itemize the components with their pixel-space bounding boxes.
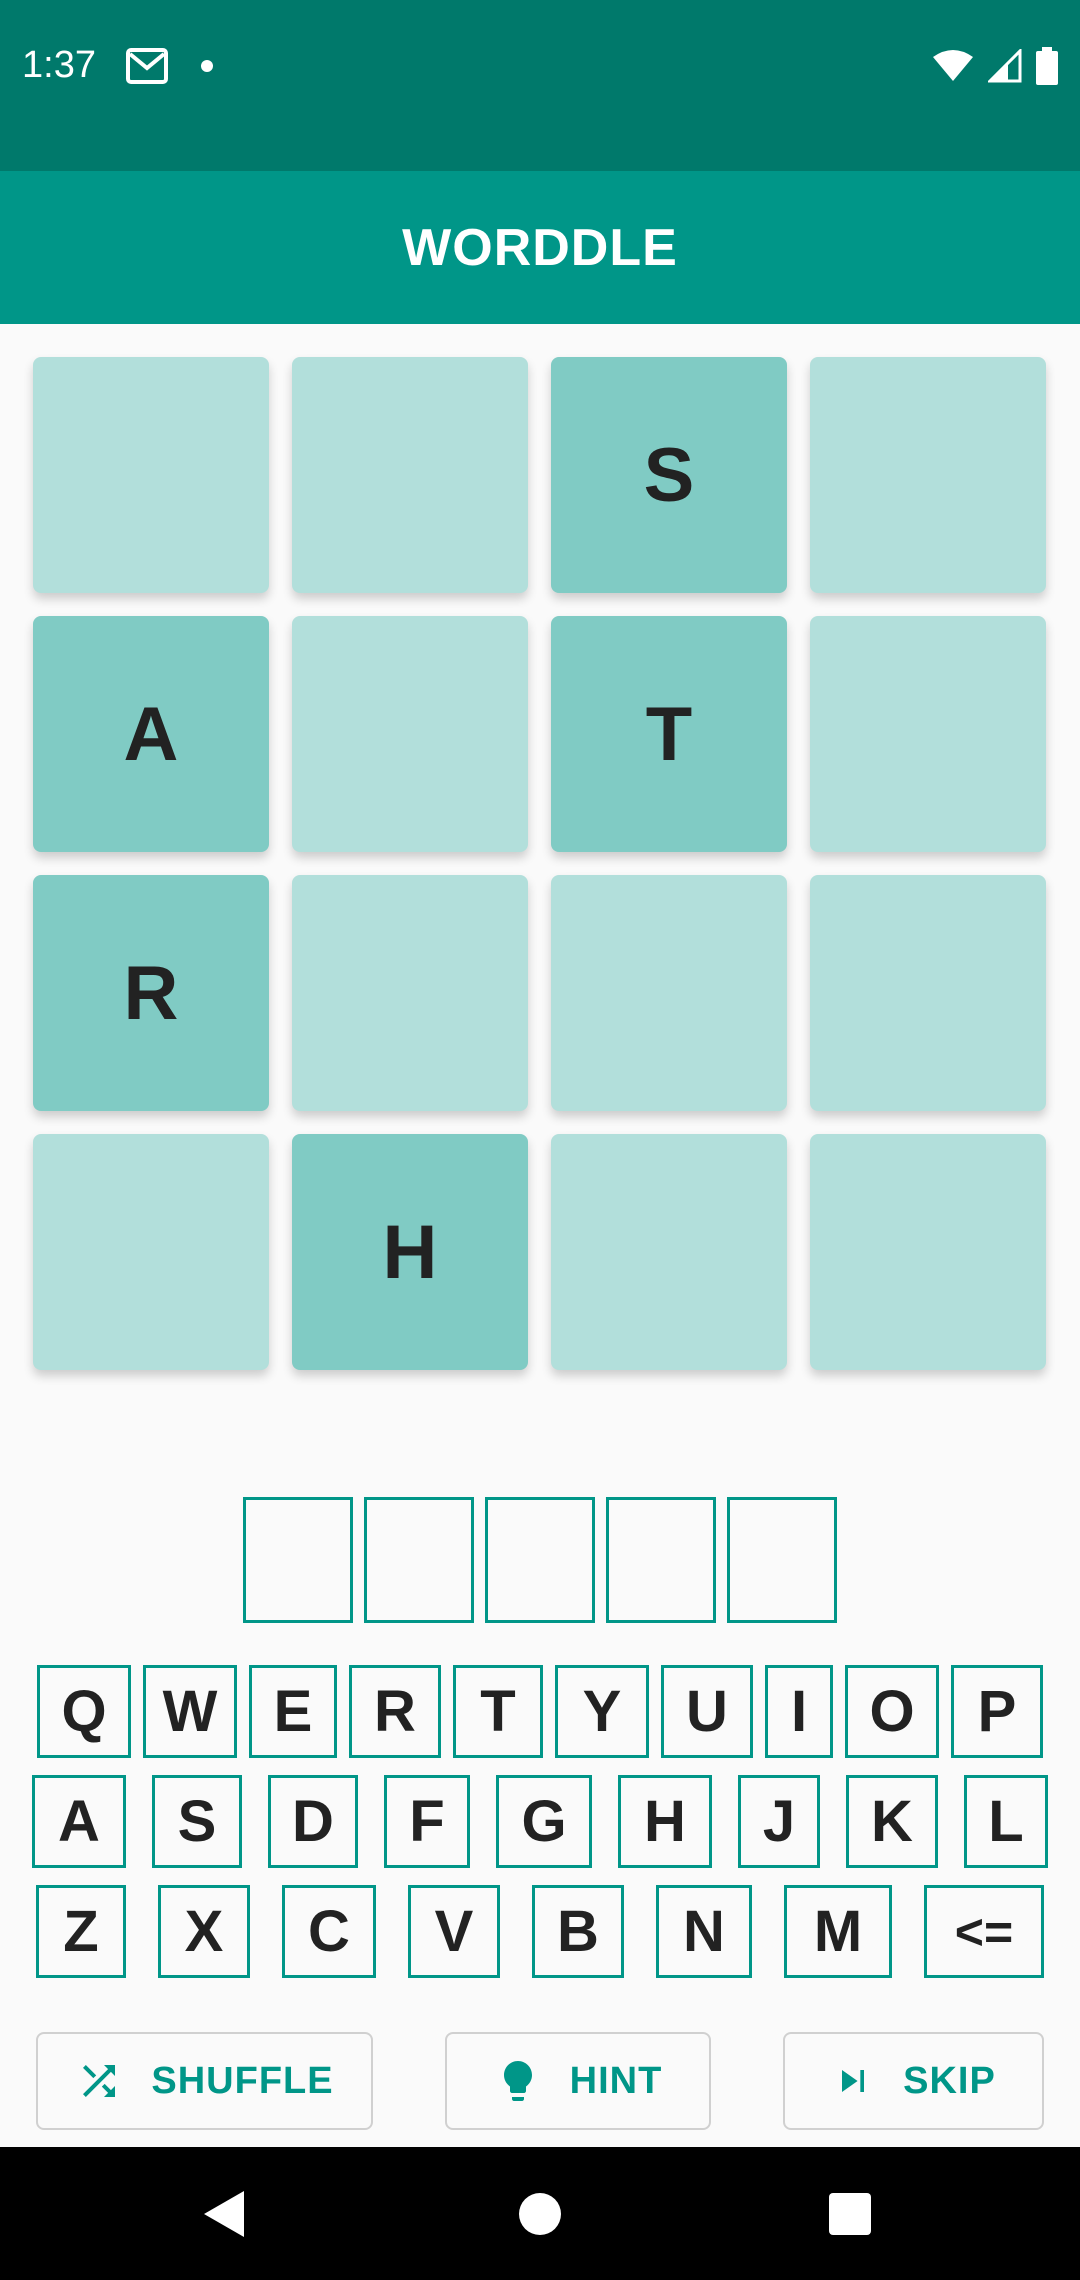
key-c[interactable]: C — [282, 1885, 376, 1978]
key-b[interactable]: B — [532, 1885, 624, 1978]
grid-tile[interactable] — [810, 875, 1046, 1111]
skip-label: SKIP — [903, 2059, 996, 2102]
answer-slot[interactable] — [243, 1497, 353, 1623]
key-e[interactable]: E — [249, 1665, 337, 1758]
shuffle-icon — [83, 2065, 116, 2097]
app-bar: WORDDLE — [0, 171, 1080, 324]
key-z[interactable]: Z — [36, 1885, 126, 1978]
grid-tile[interactable] — [810, 616, 1046, 852]
grid-tile[interactable] — [292, 616, 528, 852]
key-q[interactable]: Q — [37, 1665, 131, 1758]
keyboard-row-1: Q W E R T Y U I O P — [0, 1665, 1080, 1758]
key-s[interactable]: S — [152, 1775, 242, 1868]
grid-tile[interactable] — [551, 875, 787, 1111]
key-a[interactable]: A — [32, 1775, 126, 1868]
grid-tile[interactable] — [33, 357, 269, 593]
key-j[interactable]: J — [738, 1775, 820, 1868]
key-g[interactable]: G — [496, 1775, 592, 1868]
shuffle-label: SHUFFLE — [151, 2059, 334, 2102]
shuffle-button[interactable]: SHUFFLE — [36, 2032, 373, 2130]
key-r[interactable]: R — [349, 1665, 441, 1758]
grid-tile[interactable]: S — [551, 357, 787, 593]
letter-grid: S A T R H — [33, 357, 1047, 1371]
skip-button[interactable]: SKIP — [783, 2032, 1044, 2130]
grid-tile[interactable]: A — [33, 616, 269, 852]
key-i[interactable]: I — [765, 1665, 833, 1758]
key-m[interactable]: M — [784, 1885, 892, 1978]
recents-icon[interactable] — [829, 2193, 871, 2235]
key-t[interactable]: T — [453, 1665, 543, 1758]
key-d[interactable]: D — [268, 1775, 358, 1868]
skip-next-icon — [842, 2070, 865, 2092]
key-x[interactable]: X — [158, 1885, 250, 1978]
key-o[interactable]: O — [845, 1665, 939, 1758]
key-n[interactable]: N — [656, 1885, 752, 1978]
lightbulb-icon — [503, 2061, 532, 2101]
grid-tile[interactable] — [810, 1134, 1046, 1370]
app-title: WORDDLE — [402, 218, 678, 277]
status-time: 1:37 — [22, 44, 96, 86]
key-l[interactable]: L — [964, 1775, 1048, 1868]
grid-tile[interactable]: T — [551, 616, 787, 852]
key-y[interactable]: Y — [555, 1665, 649, 1758]
keyboard-row-2: A S D F G H J K L — [0, 1775, 1080, 1868]
back-icon[interactable] — [204, 2191, 244, 2237]
answer-slot[interactable] — [727, 1497, 837, 1623]
answer-slots — [243, 1497, 837, 1623]
keyboard-row-3: Z X C V B N M <= — [0, 1885, 1080, 1978]
grid-tile[interactable]: H — [292, 1134, 528, 1370]
grid-tile[interactable] — [33, 1134, 269, 1370]
grid-tile[interactable]: R — [33, 875, 269, 1111]
key-w[interactable]: W — [143, 1665, 237, 1758]
key-u[interactable]: U — [661, 1665, 753, 1758]
notification-dot-icon — [201, 60, 213, 72]
hint-label: HINT — [569, 2059, 663, 2102]
answer-slot[interactable] — [606, 1497, 716, 1623]
grid-tile[interactable] — [810, 357, 1046, 593]
wifi-icon — [933, 50, 973, 81]
status-bar: 1:37 — [0, 0, 1080, 171]
backspace-key[interactable]: <= — [924, 1885, 1044, 1978]
grid-tile[interactable] — [551, 1134, 787, 1370]
key-k[interactable]: K — [846, 1775, 938, 1868]
key-h[interactable]: H — [618, 1775, 712, 1868]
key-p[interactable]: P — [951, 1665, 1043, 1758]
answer-slot[interactable] — [364, 1497, 474, 1623]
answer-slot[interactable] — [485, 1497, 595, 1623]
status-indicators — [932, 44, 1058, 88]
battery-icon — [1036, 47, 1058, 85]
system-navigation-bar — [0, 2147, 1080, 2280]
key-f[interactable]: F — [384, 1775, 470, 1868]
hint-button[interactable]: HINT — [445, 2032, 711, 2130]
key-v[interactable]: V — [408, 1885, 500, 1978]
home-icon[interactable] — [519, 2193, 561, 2235]
gmail-icon — [126, 48, 168, 84]
signal-icon — [988, 49, 1022, 83]
grid-tile[interactable] — [292, 357, 528, 593]
grid-tile[interactable] — [292, 875, 528, 1111]
